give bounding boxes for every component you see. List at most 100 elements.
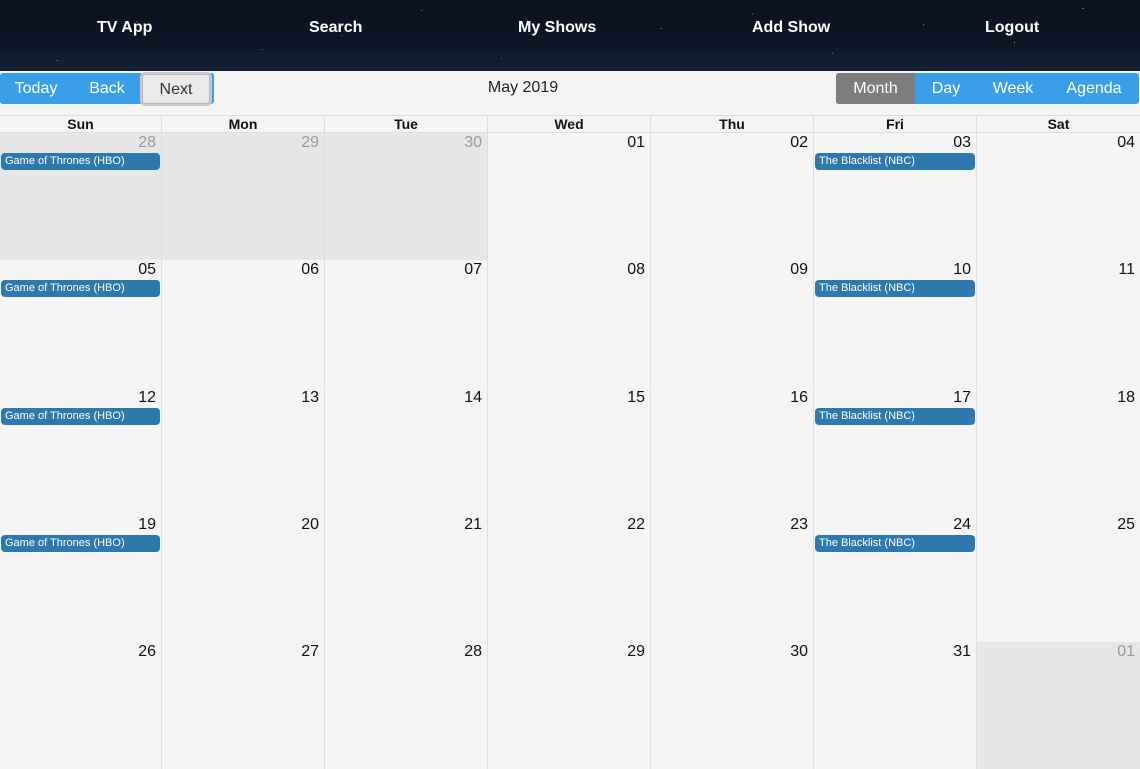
day-number[interactable]: 11 [1118, 261, 1135, 279]
weekday-header-row: Sun Mon Tue Wed Thu Fri Sat [0, 115, 1140, 134]
day-number[interactable]: 02 [790, 134, 808, 152]
day-cell[interactable]: 22 [487, 515, 650, 642]
calendar-toolbar: Today Back Next May 2019 Month Day Week … [0, 71, 1140, 115]
day-cell[interactable]: 08 [487, 260, 650, 387]
day-number[interactable]: 19 [138, 516, 156, 534]
day-cell[interactable]: 04 [976, 133, 1140, 260]
day-cell[interactable]: 12 Game of Thrones (HBO) [0, 388, 161, 515]
day-cell[interactable]: 19 Game of Thrones (HBO) [0, 515, 161, 642]
day-number[interactable]: 15 [627, 389, 645, 407]
day-number[interactable]: 18 [1117, 389, 1135, 407]
day-number[interactable]: 03 [953, 134, 971, 152]
day-number[interactable]: 29 [627, 643, 645, 661]
day-number[interactable]: 22 [627, 516, 645, 534]
day-cell[interactable]: 27 [161, 642, 324, 769]
day-number[interactable]: 05 [138, 261, 156, 279]
day-number[interactable]: 12 [138, 389, 156, 407]
week-row: 26 27 28 29 30 31 01 [0, 642, 1140, 769]
event-the-blacklist[interactable]: The Blacklist (NBC) [815, 535, 975, 552]
week-row: 05 Game of Thrones (HBO) 06 07 08 09 10 … [0, 260, 1140, 387]
nav-my-shows-link[interactable]: My Shows [518, 19, 596, 37]
day-cell[interactable]: 14 [324, 388, 487, 515]
agenda-view-button[interactable]: Agenda [1049, 73, 1139, 104]
day-number[interactable]: 30 [464, 134, 482, 152]
day-cell[interactable]: 30 [650, 642, 813, 769]
day-number[interactable]: 27 [301, 643, 319, 661]
day-number[interactable]: 08 [627, 261, 645, 279]
event-game-of-thrones[interactable]: Game of Thrones (HBO) [1, 408, 160, 425]
nav-logout-link[interactable]: Logout [985, 19, 1039, 37]
day-number[interactable]: 14 [464, 389, 482, 407]
day-number[interactable]: 07 [464, 261, 482, 279]
day-cell[interactable]: 18 [976, 388, 1140, 515]
day-number[interactable]: 01 [1117, 643, 1135, 661]
day-cell[interactable]: 26 [0, 642, 161, 769]
day-cell[interactable]: 25 [976, 515, 1140, 642]
event-the-blacklist[interactable]: The Blacklist (NBC) [815, 408, 975, 425]
nav-add-show-link[interactable]: Add Show [752, 19, 830, 37]
nav-search-link[interactable]: Search [309, 19, 362, 37]
day-number[interactable]: 28 [464, 643, 482, 661]
day-number[interactable]: 21 [464, 516, 482, 534]
day-number[interactable]: 23 [790, 516, 808, 534]
day-number[interactable]: 10 [953, 261, 971, 279]
calendar-month-title: May 2019 [487, 79, 559, 96]
day-cell[interactable]: 17 The Blacklist (NBC) [813, 388, 976, 515]
next-button[interactable]: Next [142, 74, 210, 104]
day-cell[interactable]: 21 [324, 515, 487, 642]
day-cell[interactable]: 29 [161, 133, 324, 260]
day-cell[interactable]: 10 The Blacklist (NBC) [813, 260, 976, 387]
event-the-blacklist[interactable]: The Blacklist (NBC) [815, 153, 975, 170]
day-number[interactable]: 20 [301, 516, 319, 534]
day-view-button[interactable]: Day [915, 73, 977, 104]
day-number[interactable]: 30 [790, 643, 808, 661]
event-game-of-thrones[interactable]: Game of Thrones (HBO) [1, 153, 160, 170]
day-cell[interactable]: 13 [161, 388, 324, 515]
day-number[interactable]: 29 [301, 134, 319, 152]
day-cell[interactable]: 23 [650, 515, 813, 642]
event-game-of-thrones[interactable]: Game of Thrones (HBO) [1, 535, 160, 552]
day-number[interactable]: 31 [953, 643, 971, 661]
month-view-button[interactable]: Month [836, 73, 915, 104]
day-number[interactable]: 25 [1117, 516, 1135, 534]
week-view-button[interactable]: Week [977, 73, 1049, 104]
day-cell[interactable]: 07 [324, 260, 487, 387]
day-cell[interactable]: 02 [650, 133, 813, 260]
day-number[interactable]: 24 [953, 516, 971, 534]
day-cell[interactable]: 30 [324, 133, 487, 260]
day-cell[interactable]: 28 [324, 642, 487, 769]
back-button[interactable]: Back [72, 73, 142, 104]
day-cell[interactable]: 05 Game of Thrones (HBO) [0, 260, 161, 387]
day-number[interactable]: 28 [138, 134, 156, 152]
weekday-header-wed: Wed [487, 116, 650, 134]
day-number[interactable]: 26 [138, 643, 156, 661]
day-number[interactable]: 04 [1117, 134, 1135, 152]
day-cell[interactable]: 31 [813, 642, 976, 769]
day-cell[interactable]: 01 [487, 133, 650, 260]
day-cell[interactable]: 24 The Blacklist (NBC) [813, 515, 976, 642]
day-cell[interactable]: 15 [487, 388, 650, 515]
day-cell[interactable]: 11 [976, 260, 1140, 387]
day-cell[interactable]: 01 [976, 642, 1140, 769]
day-number[interactable]: 16 [790, 389, 808, 407]
day-cell[interactable]: 03 The Blacklist (NBC) [813, 133, 976, 260]
day-cell[interactable]: 06 [161, 260, 324, 387]
weekday-header-sat: Sat [976, 116, 1140, 134]
today-button[interactable]: Today [0, 73, 72, 104]
day-cell[interactable]: 20 [161, 515, 324, 642]
day-cell[interactable]: 09 [650, 260, 813, 387]
day-cell[interactable]: 28 Game of Thrones (HBO) [0, 133, 161, 260]
day-number[interactable]: 06 [301, 261, 319, 279]
navigation-button-group: Today Back Next [0, 73, 214, 104]
day-number[interactable]: 13 [301, 389, 319, 407]
day-number[interactable]: 09 [790, 261, 808, 279]
day-number[interactable]: 17 [953, 389, 971, 407]
nav-brand-tv-app[interactable]: TV App [97, 19, 152, 37]
event-the-blacklist[interactable]: The Blacklist (NBC) [815, 280, 975, 297]
event-game-of-thrones[interactable]: Game of Thrones (HBO) [1, 280, 160, 297]
weekday-header-tue: Tue [324, 116, 487, 134]
day-cell[interactable]: 29 [487, 642, 650, 769]
day-cell[interactable]: 16 [650, 388, 813, 515]
weekday-header-thu: Thu [650, 116, 813, 134]
day-number[interactable]: 01 [627, 134, 645, 152]
